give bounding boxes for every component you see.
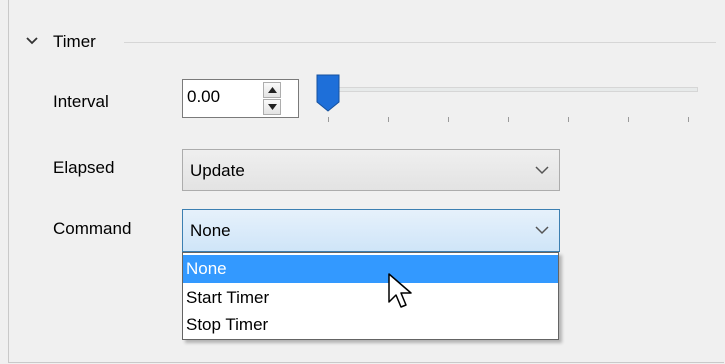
spinner-buttons xyxy=(263,82,281,115)
chevron-down-icon xyxy=(535,226,549,235)
mouse-pointer-icon xyxy=(388,273,412,308)
elapsed-selected-value: Update xyxy=(190,161,245,180)
command-combobox[interactable]: None xyxy=(182,209,560,252)
chevron-down-icon[interactable] xyxy=(24,33,40,49)
slider-tick xyxy=(508,117,509,122)
spin-down-button[interactable] xyxy=(263,99,281,115)
command-label: Command xyxy=(53,219,132,238)
dropdown-option[interactable]: Stop Timer xyxy=(183,311,558,339)
spin-up-button[interactable] xyxy=(263,82,281,98)
slider-tick xyxy=(628,117,629,122)
interval-value[interactable]: 0.00 xyxy=(187,87,220,107)
triangle-down-icon xyxy=(268,104,277,110)
command-selected-value: None xyxy=(190,221,231,240)
group-divider xyxy=(124,42,716,43)
group-title[interactable]: Timer xyxy=(53,32,96,52)
slider-tick xyxy=(688,117,689,122)
slider-tick xyxy=(568,117,569,122)
interval-slider-thumb[interactable] xyxy=(316,74,340,112)
elapsed-combobox[interactable]: Update xyxy=(182,149,560,191)
triangle-up-icon xyxy=(268,87,277,93)
command-dropdown-list: None Start Timer Stop Timer xyxy=(182,252,559,340)
dropdown-option[interactable]: None xyxy=(183,255,558,283)
interval-spinner[interactable]: 0.00 xyxy=(182,79,299,118)
dropdown-option[interactable]: Start Timer xyxy=(183,284,558,312)
slider-tick xyxy=(388,117,389,122)
chevron-down-icon xyxy=(535,166,549,175)
slider-tick xyxy=(328,117,329,122)
interval-label: Interval xyxy=(53,92,109,111)
elapsed-label: Elapsed xyxy=(53,158,115,177)
interval-slider-track[interactable] xyxy=(322,87,698,92)
slider-tick xyxy=(448,117,449,122)
